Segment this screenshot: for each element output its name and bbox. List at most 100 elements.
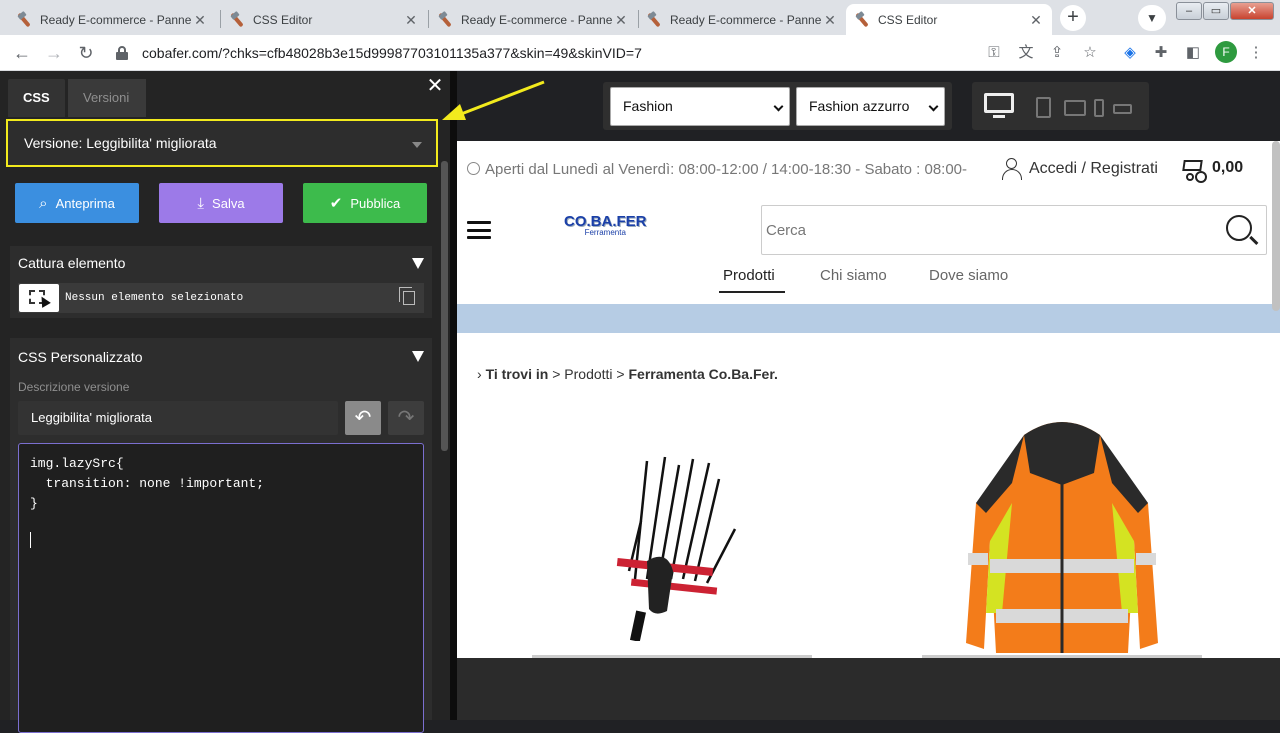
back-arrow-icon[interactable]: ← — [10, 41, 34, 65]
browser-tab[interactable]: Ready E-commerce - Pannello ✕ — [8, 4, 216, 35]
browser-tab-title: CSS Editor — [878, 12, 938, 27]
browser-tab-active[interactable]: CSS Editor ✕ — [846, 4, 1052, 35]
tablet-landscape-icon[interactable] — [1064, 100, 1086, 116]
publish-button-label: Pubblica — [350, 195, 401, 211]
lock-icon — [116, 46, 128, 60]
search-placeholder: Cerca — [766, 222, 807, 239]
checkmark-icon: ✔ — [329, 195, 343, 212]
close-window-button[interactable]: ✕ — [1230, 2, 1274, 20]
extension-shield-icon[interactable]: ◈ — [1120, 43, 1140, 63]
description-label: Descrizione versione — [18, 380, 130, 394]
css-code-text: img.lazySrc{ transition: none !important… — [30, 456, 265, 511]
reload-icon[interactable]: ↻ — [74, 41, 98, 65]
breadcrumb-label: Ti trovi in — [485, 366, 549, 382]
key-icon[interactable]: ⚿ — [984, 43, 1004, 63]
tab-versioni[interactable]: Versioni — [68, 79, 146, 117]
desktop-stand — [993, 115, 1005, 118]
url-text[interactable]: cobafer.com/?chks=cfb48028b3e15d99987703… — [142, 45, 642, 61]
preview-button-label: Anteprima — [55, 195, 115, 211]
preview-scrollbar[interactable] — [1272, 141, 1280, 311]
close-tab-icon[interactable]: ✕ — [613, 12, 629, 28]
copy-icon[interactable] — [399, 287, 415, 305]
site-logo[interactable]: CO.BA.FER Ferramenta — [564, 213, 647, 237]
css-code-editor[interactable]: img.lazySrc{ transition: none !important… — [18, 443, 424, 733]
capture-section-title: Cattura elemento — [18, 255, 126, 271]
chevron-down-icon — [928, 101, 939, 112]
browser-tab-title: CSS Editor — [253, 12, 313, 27]
save-button[interactable]: ⤓ Salva — [159, 183, 283, 223]
breadcrumb: › Ti trovi in > Prodotti > Ferramenta Co… — [477, 366, 778, 382]
omnibox[interactable]: cobafer.com/?chks=cfb48028b3e15d99987703… — [106, 38, 1106, 68]
tools-favicon-icon — [437, 12, 453, 28]
profile-avatar[interactable]: F — [1215, 41, 1237, 63]
undo-icon[interactable]: ↶ — [345, 401, 381, 435]
color-select-value: Fashion azzurro — [809, 98, 910, 114]
translate-icon[interactable]: 文 — [1016, 43, 1036, 63]
publish-button[interactable]: ✔ Pubblica — [303, 183, 427, 223]
clock-icon — [467, 162, 480, 175]
tablet-portrait-icon[interactable] — [1036, 97, 1051, 118]
desktop-icon[interactable] — [984, 93, 1014, 113]
color-select[interactable]: Fashion azzurro — [796, 87, 945, 126]
download-icon: ⤓ — [197, 194, 205, 212]
version-select-value: Versione: Leggibilita' migliorata — [24, 135, 217, 151]
tab-search-chevron-icon[interactable]: ▼ — [1138, 5, 1166, 31]
login-link[interactable]: Accedi / Registrati — [1002, 158, 1158, 180]
tools-favicon-icon — [16, 12, 32, 28]
close-tab-icon[interactable]: ✕ — [1028, 12, 1044, 28]
more-options-icon[interactable]: ⋮ — [1246, 43, 1266, 63]
save-button-label: Salva — [212, 195, 245, 211]
user-icon — [1002, 158, 1022, 180]
close-tab-icon[interactable]: ✕ — [192, 12, 208, 28]
redo-icon[interactable]: ↷ — [388, 401, 424, 435]
breadcrumb-item[interactable]: Prodotti — [564, 366, 612, 382]
active-menu-underline — [719, 291, 785, 293]
site-preview: Aperti dal Lunedì al Venerdì: 08:00-12:0… — [457, 141, 1280, 658]
share-icon[interactable]: ⇪ — [1047, 43, 1067, 63]
breadcrumb-chevron-icon: › — [477, 366, 482, 382]
browser-tab[interactable]: Ready E-commerce - Pannello ✕ — [429, 4, 637, 35]
annotation-arrow-icon — [442, 80, 545, 120]
tab-css[interactable]: CSS — [8, 79, 65, 117]
collapse-triangle-icon[interactable] — [412, 258, 424, 269]
product-image-jacket[interactable] — [962, 413, 1162, 658]
minimize-window-button[interactable]: – — [1176, 2, 1202, 20]
description-input[interactable]: Leggibilita' migliorata — [18, 401, 338, 435]
capture-element-field: Nessun elemento selezionato — [18, 283, 424, 313]
menu-item-chi-siamo[interactable]: Chi siamo — [820, 267, 887, 284]
close-tab-icon[interactable]: ✕ — [822, 12, 838, 28]
skin-select[interactable]: Fashion — [610, 87, 790, 126]
select-element-button[interactable] — [19, 284, 59, 312]
maximize-window-button[interactable]: ▭ — [1203, 2, 1229, 20]
custom-css-title: CSS Personalizzato — [18, 349, 143, 365]
opening-hours-text: Aperti dal Lunedì al Venerdì: 08:00-12:0… — [485, 161, 968, 178]
side-panel-icon[interactable]: ◧ — [1183, 43, 1203, 63]
editor-scrollbar[interactable] — [441, 161, 448, 451]
browser-tab[interactable]: CSS Editor ✕ — [221, 4, 427, 35]
browser-tab[interactable]: Ready E-commerce - Pannello ✕ — [638, 4, 846, 35]
hamburger-menu-icon[interactable] — [467, 221, 491, 239]
capture-status-text: Nessun elemento selezionato — [65, 292, 244, 304]
menu-item-dove-siamo[interactable]: Dove siamo — [929, 267, 1008, 284]
browser-tab-title: Ready E-commerce - Pannello — [670, 12, 822, 27]
close-tab-icon[interactable]: ✕ — [403, 12, 419, 28]
bookmark-star-icon[interactable]: ☆ — [1080, 43, 1100, 63]
site-banner — [457, 304, 1280, 333]
phone-portrait-icon[interactable] — [1094, 99, 1104, 117]
forward-arrow-icon[interactable]: → — [42, 41, 66, 65]
preview-button[interactable]: ⌕ Anteprima — [15, 183, 139, 223]
search-icon[interactable] — [1226, 215, 1252, 241]
new-tab-button[interactable]: + — [1060, 5, 1086, 31]
panel-divider[interactable] — [450, 71, 457, 720]
opening-hours: Aperti dal Lunedì al Venerdì: 08:00-12:0… — [467, 161, 967, 178]
collapse-triangle-icon[interactable] — [412, 351, 424, 362]
browser-tab-title: Ready E-commerce - Pannello — [40, 12, 192, 27]
product-image-rake[interactable] — [607, 451, 747, 641]
menu-item-prodotti[interactable]: Prodotti — [723, 267, 775, 284]
site-search-input[interactable]: Cerca — [761, 205, 1267, 255]
cart-icon — [1180, 157, 1206, 181]
phone-landscape-icon[interactable] — [1113, 104, 1132, 114]
extensions-puzzle-icon[interactable]: ✚ — [1151, 43, 1171, 63]
cart-link[interactable]: 0,00 — [1180, 157, 1243, 181]
version-select[interactable]: Versione: Leggibilita' migliorata — [6, 119, 438, 167]
